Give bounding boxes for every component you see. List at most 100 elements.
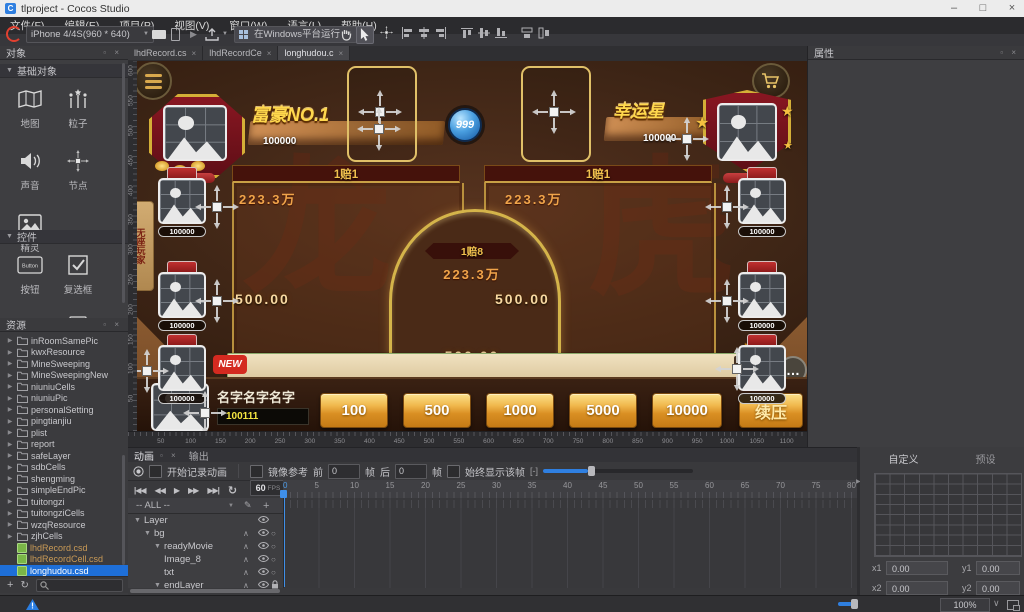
seat-avatar-placeholder[interactable]: [158, 178, 206, 224]
expand-icon[interactable]: ▶: [6, 395, 14, 402]
resource-folder[interactable]: ▶wzqResource: [0, 519, 128, 531]
record-animation-checkbox[interactable]: [149, 465, 162, 478]
align-left-icon[interactable]: [401, 27, 413, 42]
skip-start-icon[interactable]: |◀◀: [134, 486, 146, 495]
select-tool-icon[interactable]: [356, 26, 374, 44]
eye-icon[interactable]: [258, 555, 269, 564]
expand-icon[interactable]: ▶: [6, 383, 14, 390]
expand-icon[interactable]: ▶: [6, 418, 14, 425]
resource-folder[interactable]: ▶MineSweepingNew: [0, 370, 128, 382]
curve-grid[interactable]: [874, 473, 1022, 557]
resource-folder[interactable]: ▶pingtianjiu: [0, 416, 128, 428]
frames-after-input[interactable]: 0: [395, 464, 427, 479]
panel-float-close-icons[interactable]: ▫ ×: [103, 48, 122, 57]
resource-folder[interactable]: ▶tuitongziCells: [0, 508, 128, 520]
seat-slot[interactable]: 100000: [156, 167, 208, 239]
portrait-icon[interactable]: [171, 23, 180, 45]
frames-before-input[interactable]: 0: [328, 464, 360, 479]
expand-icon[interactable]: ▶: [6, 533, 14, 540]
expand-icon[interactable]: ▶: [6, 360, 14, 367]
seat-slot[interactable]: 100000: [736, 334, 788, 406]
rich-player-avatar[interactable]: [163, 105, 227, 161]
circle-icon[interactable]: ○: [271, 568, 276, 577]
resource-folder[interactable]: ▶safeLayer: [0, 450, 128, 462]
seat-slot[interactable]: 100000: [736, 261, 788, 333]
minimize-button[interactable]: –: [940, 0, 968, 17]
align-middle-v-icon[interactable]: [478, 27, 490, 42]
object-item-node[interactable]: 节点: [54, 144, 102, 202]
zoom-level[interactable]: 100%: [940, 598, 990, 612]
object-item-map[interactable]: 地图: [6, 82, 54, 140]
add-layer-icon[interactable]: +: [263, 500, 269, 512]
close-tab-icon[interactable]: ×: [267, 49, 272, 58]
resource-folder[interactable]: ▶shengming: [0, 473, 128, 485]
move-up-icon[interactable]: ∧: [243, 542, 249, 551]
seat-avatar-placeholder[interactable]: [738, 178, 786, 224]
timeline-track-area[interactable]: [283, 498, 857, 588]
collapse-icon[interactable]: ▼: [144, 530, 151, 537]
seat-slot[interactable]: 100000: [736, 167, 788, 239]
cocos-refresh-icon[interactable]: [6, 23, 22, 45]
close-tab-icon[interactable]: ×: [192, 49, 197, 58]
resource-folder[interactable]: ▶kwxResource: [0, 347, 128, 359]
bet-chip-button-10000[interactable]: 10000: [652, 393, 722, 428]
add-resource-icon[interactable]: +: [7, 579, 13, 591]
seat-avatar-placeholder[interactable]: [158, 345, 206, 391]
same-height-icon[interactable]: [538, 27, 550, 42]
align-center-h-icon[interactable]: [418, 27, 430, 42]
run-platform-button[interactable]: 在Windows平台运行▼: [234, 26, 357, 43]
expand-icon[interactable]: ▶: [6, 521, 14, 528]
expand-icon[interactable]: ▶: [6, 452, 14, 459]
document-tab[interactable]: lhdRecordCe×: [203, 46, 278, 60]
next-frame-icon[interactable]: ▶▶: [188, 486, 198, 495]
playhead-marker[interactable]: [280, 490, 287, 498]
dragon-card-placeholder[interactable]: [347, 66, 417, 162]
expand-icon[interactable]: ▶: [6, 498, 14, 505]
object-item-button[interactable]: Button按钮: [6, 248, 54, 306]
maximize-button[interactable]: □: [969, 0, 997, 17]
expand-icon[interactable]: ▶: [6, 510, 14, 517]
seat-slot[interactable]: 100000: [156, 261, 208, 333]
prev-frame-icon[interactable]: ◀◀: [155, 486, 165, 495]
same-width-icon[interactable]: [521, 27, 533, 42]
layer-row[interactable]: ▼bg∧○: [128, 527, 299, 540]
hamburger-menu-button[interactable]: [137, 62, 172, 100]
tab-animation[interactable]: 动画: [134, 448, 154, 463]
move-up-icon[interactable]: ∧: [243, 568, 249, 577]
resource-folder[interactable]: ▶sdbCells: [0, 462, 128, 474]
expand-icon[interactable]: ▶: [6, 464, 14, 471]
tab-custom[interactable]: 自定义: [889, 451, 919, 466]
expand-icon[interactable]: ▶: [6, 429, 14, 436]
document-tab[interactable]: longhudou.c×: [278, 46, 350, 60]
x1-input[interactable]: 0.00: [886, 561, 948, 575]
collapse-icon[interactable]: ▼: [154, 582, 161, 589]
resource-file[interactable]: lhdRecordCell.csd: [0, 554, 128, 566]
panel-float-close-icons[interactable]: ▫ ×: [160, 451, 179, 460]
section-header[interactable]: ▼基础对象: [0, 64, 134, 78]
expand-icon[interactable]: ▶: [6, 337, 14, 344]
expand-icon[interactable]: ▶: [6, 372, 14, 379]
fit-screen-icon[interactable]: [1007, 600, 1019, 610]
objects-scrollbar[interactable]: [122, 63, 125, 303]
seat-avatar-placeholder[interactable]: [738, 272, 786, 318]
tab-output[interactable]: 输出: [189, 448, 209, 463]
layer-row[interactable]: ▼Layer: [128, 514, 289, 527]
loop-icon[interactable]: ↻: [228, 484, 237, 497]
object-item-checkbox[interactable]: 复选框: [54, 248, 102, 306]
eye-icon[interactable]: [258, 529, 269, 538]
resource-folder[interactable]: ▶tuitongzi: [0, 496, 128, 508]
publish-icon[interactable]: ▼: [205, 23, 228, 45]
x2-input[interactable]: 0.00: [886, 581, 948, 595]
object-item-audio[interactable]: 声音: [6, 144, 54, 202]
play-icon[interactable]: ▶: [190, 23, 197, 45]
move-up-icon[interactable]: ∧: [243, 529, 249, 538]
resource-folder[interactable]: ▶niuniuCells: [0, 381, 128, 393]
align-right-icon[interactable]: [435, 27, 447, 42]
eye-icon[interactable]: [258, 542, 269, 551]
document-tab[interactable]: lhdRecord.cs×: [128, 46, 203, 60]
expand-icon[interactable]: ▶: [6, 441, 14, 448]
mirror-reference-checkbox[interactable]: [250, 465, 263, 478]
skip-end-icon[interactable]: ▶▶|: [207, 486, 219, 495]
hand-tool-icon[interactable]: [340, 23, 353, 45]
collapse-icon[interactable]: ▼: [154, 543, 161, 550]
